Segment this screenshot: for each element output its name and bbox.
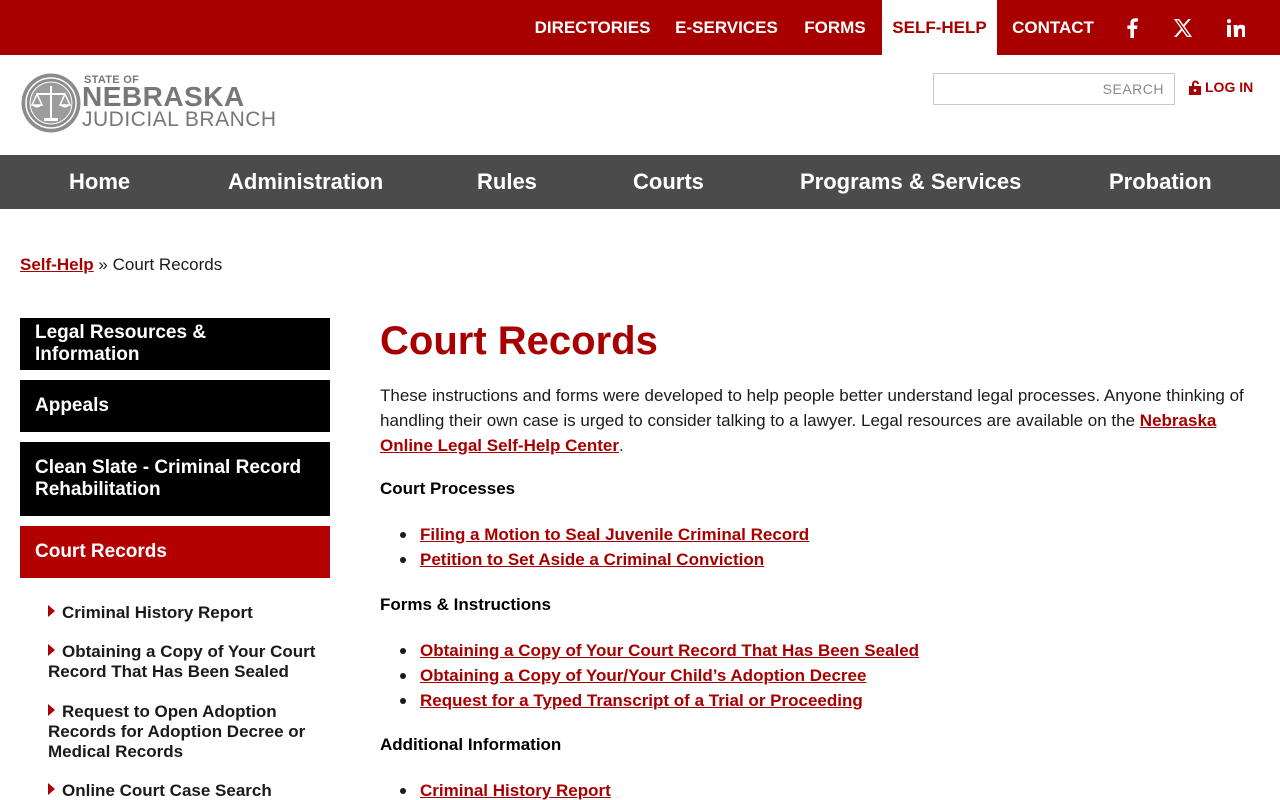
triangle-right-icon	[48, 704, 55, 716]
link-typed-transcript[interactable]: Request for a Typed Transcript of a Tria…	[420, 691, 863, 710]
sidebar-item-court-records[interactable]: Court Records	[20, 526, 330, 578]
triangle-right-icon	[48, 783, 55, 795]
linkedin-icon[interactable]	[1216, 0, 1256, 55]
additional-information-list: Criminal History Report	[400, 778, 611, 800]
unlock-icon	[1189, 80, 1201, 95]
search-input[interactable]	[933, 73, 1175, 105]
section-heading-forms-instructions: Forms & Instructions	[380, 595, 551, 614]
intro-end: .	[619, 436, 624, 455]
sidebar-item-appeals[interactable]: Appeals	[20, 380, 330, 432]
list-item: Obtaining a Copy of Your/Your Child’s Ad…	[400, 663, 919, 688]
list-item: Obtaining a Copy of Your Court Record Th…	[400, 638, 919, 663]
nebraska-seal-icon	[21, 73, 81, 133]
top-utility-bar: DIRECTORIES E-SERVICES FORMS SELF-HELP C…	[0, 0, 1280, 55]
x-twitter-icon[interactable]	[1163, 0, 1203, 55]
sidebar-item-label: Clean Slate - Criminal Record Rehabilita…	[35, 457, 302, 500]
intro-paragraph: These instructions and forms were develo…	[380, 383, 1265, 458]
sidebar-item-clean-slate[interactable]: Clean Slate - Criminal Record Rehabilita…	[20, 442, 330, 516]
nav-rules[interactable]: Rules	[477, 155, 537, 209]
sidebar-subitem-label: Request to Open Adoption Records for Ado…	[48, 702, 306, 761]
sidebar-subitem-sealed-record[interactable]: Obtaining a Copy of Your Court Record Th…	[48, 642, 318, 682]
topnav-self-help[interactable]: SELF-HELP	[882, 0, 997, 55]
breadcrumb-self-help-link[interactable]: Self-Help	[20, 255, 94, 274]
intro-text: These instructions and forms were develo…	[380, 386, 1244, 430]
sidebar-subitem-adoption-records[interactable]: Request to Open Adoption Records for Ado…	[48, 702, 318, 762]
link-criminal-history-report[interactable]: Criminal History Report	[420, 781, 611, 800]
nav-administration[interactable]: Administration	[228, 155, 383, 209]
topnav-e-services[interactable]: E-SERVICES	[664, 0, 789, 55]
main-navigation: Home Administration Rules Courts Program…	[0, 155, 1280, 209]
nav-programs-services[interactable]: Programs & Services	[800, 155, 1021, 209]
site-logo[interactable]: STATE OF NEBRASKA JUDICIAL BRANCH	[20, 72, 280, 136]
topnav-directories[interactable]: DIRECTORIES	[525, 0, 660, 55]
triangle-right-icon	[48, 605, 55, 617]
logo-judicial-branch: JUDICIAL BRANCH	[82, 108, 277, 131]
topnav-contact[interactable]: CONTACT	[1004, 0, 1102, 55]
court-processes-list: Filing a Motion to Seal Juvenile Crimina…	[400, 522, 809, 572]
sidebar-subitem-case-search[interactable]: Online Court Case Search	[48, 781, 318, 800]
section-heading-court-processes: Court Processes	[380, 479, 516, 498]
sidebar-item-label: Legal Resources & Information	[35, 322, 207, 365]
topnav-forms[interactable]: FORMS	[795, 0, 875, 55]
breadcrumb-current: Court Records	[112, 255, 223, 274]
nav-courts[interactable]: Courts	[633, 155, 704, 209]
link-set-aside-conviction[interactable]: Petition to Set Aside a Criminal Convict…	[420, 550, 764, 569]
breadcrumb: Self-Help » Court Records	[20, 255, 222, 275]
link-seal-juvenile-record[interactable]: Filing a Motion to Seal Juvenile Crimina…	[420, 525, 809, 544]
list-item: Criminal History Report	[400, 778, 611, 800]
page-title: Court Records	[380, 319, 658, 363]
list-item: Request for a Typed Transcript of a Tria…	[400, 688, 919, 713]
sidebar-subitem-label: Criminal History Report	[62, 603, 253, 622]
nav-home[interactable]: Home	[69, 155, 130, 209]
facebook-icon[interactable]	[1112, 0, 1152, 55]
sidebar-item-legal-resources[interactable]: Legal Resources & Information	[20, 318, 330, 370]
nav-probation[interactable]: Probation	[1109, 155, 1212, 209]
sidebar-subitem-criminal-history[interactable]: Criminal History Report	[48, 603, 318, 623]
link-copy-sealed-record[interactable]: Obtaining a Copy of Your Court Record Th…	[420, 641, 919, 660]
sidebar-item-label: Court Records	[35, 541, 167, 562]
triangle-right-icon	[48, 644, 55, 656]
link-adoption-decree[interactable]: Obtaining a Copy of Your/Your Child’s Ad…	[420, 666, 866, 685]
forms-instructions-list: Obtaining a Copy of Your Court Record Th…	[400, 638, 919, 713]
section-heading-additional-information: Additional Information	[380, 735, 562, 754]
list-item: Filing a Motion to Seal Juvenile Crimina…	[400, 522, 809, 547]
login-link[interactable]: LOG IN	[1189, 77, 1253, 97]
sidebar-subitem-label: Obtaining a Copy of Your Court Record Th…	[48, 642, 316, 681]
sidebar-item-label: Appeals	[35, 395, 109, 416]
list-item: Petition to Set Aside a Criminal Convict…	[400, 547, 809, 572]
sidebar-subitem-label: Online Court Case Search	[62, 781, 272, 800]
login-label: LOG IN	[1205, 79, 1254, 95]
breadcrumb-separator: »	[98, 255, 108, 274]
